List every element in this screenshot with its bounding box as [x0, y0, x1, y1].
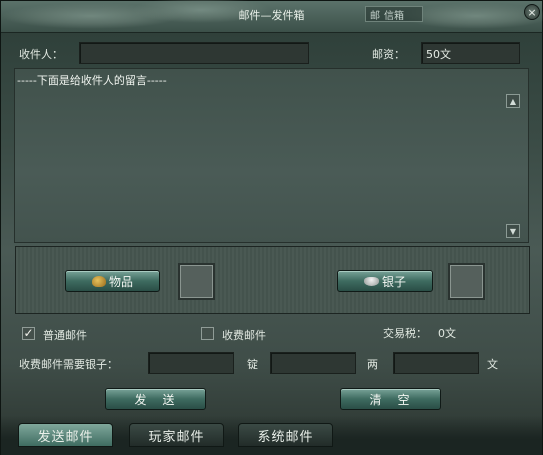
silver-button[interactable]: 银子 — [337, 270, 433, 292]
window-title: 邮件—发件箱 — [238, 9, 305, 22]
recipient-input[interactable] — [79, 42, 309, 64]
scroll-up-icon[interactable]: ▲ — [506, 94, 520, 108]
close-icon[interactable]: × — [524, 4, 540, 20]
tax-label: 交易税： — [383, 327, 427, 340]
paid-mail-label: 收费邮件 — [222, 329, 266, 342]
mail-mode-button[interactable]: 邮 — [370, 7, 380, 22]
liang-input[interactable] — [270, 352, 356, 374]
scroll-down-icon[interactable]: ▼ — [506, 224, 520, 238]
tab-system-mail[interactable]: 系统邮件 — [238, 423, 333, 447]
inbox-mode-button[interactable]: 信箱 — [384, 7, 404, 22]
postage-value: 50文 — [421, 42, 520, 64]
normal-mail-label: 普通邮件 — [43, 329, 87, 342]
recipient-label: 收件人： — [19, 48, 63, 61]
message-textarea[interactable]: -----下面是给收件人的留言----- ▲ ▼ — [14, 68, 529, 243]
tab-player-mail[interactable]: 玩家邮件 — [129, 423, 224, 447]
paid-mail-checkbox[interactable] — [201, 327, 214, 340]
title-bar[interactable]: 邮件—发件箱 邮 信箱 × — [1, 0, 543, 33]
paid-silver-label: 收费邮件需要银子： — [19, 358, 118, 371]
silver-slot[interactable] — [448, 263, 485, 300]
title-mode-buttons[interactable]: 邮 信箱 — [365, 6, 423, 22]
wen-input[interactable] — [393, 352, 479, 374]
pouch-icon — [91, 275, 106, 287]
send-button[interactable]: 发 送 — [105, 388, 206, 410]
ding-unit: 锭 — [247, 358, 258, 371]
wen-unit: 文 — [487, 358, 498, 371]
postage-label: 邮资： — [372, 48, 405, 61]
ding-input[interactable] — [148, 352, 234, 374]
item-button-label: 物品 — [108, 274, 133, 289]
liang-unit: 两 — [367, 358, 378, 371]
item-slot[interactable] — [178, 263, 215, 300]
attachment-panel: 物品 银子 — [15, 246, 530, 314]
silver-button-label: 银子 — [381, 274, 406, 289]
tax-value: 0文 — [438, 327, 456, 340]
clear-button[interactable]: 清 空 — [340, 388, 441, 410]
tab-send-mail[interactable]: 发送邮件 — [18, 423, 113, 447]
mail-window: 邮件—发件箱 邮 信箱 × 收件人： 邮资： 50文 -----下面是给收件人的… — [0, 0, 543, 455]
silver-ingot-icon — [363, 276, 379, 286]
item-button[interactable]: 物品 — [65, 270, 160, 292]
normal-mail-checkbox[interactable]: ✓ — [22, 327, 35, 340]
message-hint: -----下面是给收件人的留言----- — [17, 74, 167, 87]
